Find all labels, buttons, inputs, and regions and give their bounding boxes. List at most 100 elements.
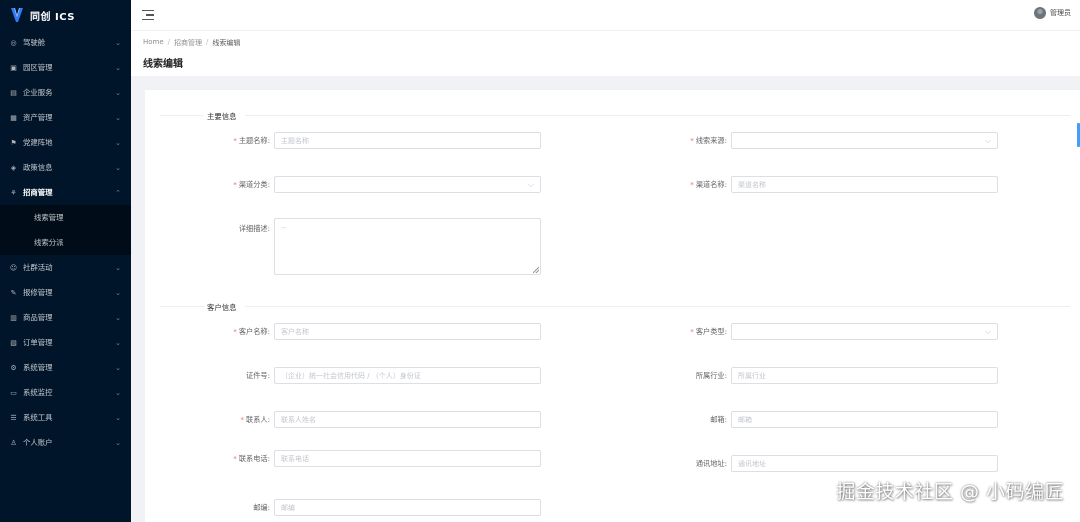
goods-icon: ▥ [10,313,17,322]
page-header: Home / 招商管理 / 线索编辑 线索编辑 [131,30,1080,76]
topic-name-input[interactable]: 主题名称 [274,132,541,149]
channel-type-select[interactable]: ⌵ [274,176,541,193]
chevron-down-icon: ⌄ [115,288,121,297]
breadcrumb-separator: / [167,38,171,46]
chevron-down-icon: ⌄ [115,38,121,47]
sidebar-item-label: 招商管理 [23,188,53,197]
sidebar: 同创 ICS ◎ 驾驶舱 ⌄ ▣ 园区管理 ⌄ ▤ 企业服务 ⌄ ▦ 资产管理 ⌄ ⚑ 党建阵地 ⌄ ◈ 政策信… [0,0,131,522]
sidebar-item-label: 个人账户 [23,438,53,447]
sidebar-item[interactable]: ▭ 系统监控 ⌄ [0,380,131,405]
customer-type-select[interactable]: ⌵ [731,323,998,340]
sidebar-item[interactable]: ⚙ 系统管理 ⌄ [0,355,131,380]
monitor-icon: ▭ [10,388,17,397]
party-icon: ⚑ [10,138,17,147]
page-title: 线索编辑 [143,59,183,70]
customer-type-label: * 客户类型: [690,327,727,336]
chevron-down-icon: ⌵ [984,327,991,336]
watermark: 掘金技术社区 @ 小码编匠 [836,481,1064,503]
chevron-up-icon: ⌃ [115,188,121,197]
chevron-down-icon: ⌄ [115,388,121,397]
user-name: 管理员 [1050,9,1071,17]
system-icon: ⚙ [10,363,17,372]
customer-name-input[interactable]: 客户名称 [274,323,541,340]
form-card: 主要信息 * 主题名称: 主题名称 * 线索来源: ⌵ * 渠道分类: ⌵ * 渠道名称… [145,90,1080,522]
tools-icon: ☰ [10,413,17,422]
sidebar-item-label: 政策信息 [23,163,53,172]
section-title-customer: 客户信息 [207,303,237,312]
email-input[interactable]: 邮箱 [731,411,998,428]
channel-type-label: * 渠道分类: [233,180,270,189]
chevron-down-icon: ⌄ [115,363,121,372]
sidebar-item[interactable]: ✎ 报修管理 ⌄ [0,280,131,305]
sidebar-item[interactable]: ☺ 社群活动 ⌄ [0,255,131,280]
sidebar-menu: ◎ 驾驶舱 ⌄ ▣ 园区管理 ⌄ ▤ 企业服务 ⌄ ▦ 资产管理 ⌄ ⚑ 党建阵地 ⌄ ◈ 政策信息 ⌄ ⚘ 招商管理… [0,30,131,455]
app-logo[interactable]: 同创 ICS [0,0,131,30]
sidebar-item-label: 园区管理 [23,63,53,72]
chevron-down-icon: ⌄ [115,63,121,72]
chevron-down-icon: ⌄ [115,313,121,322]
resize-handle-icon[interactable] [533,267,539,273]
sidebar-item[interactable]: ◈ 政策信息 ⌄ [0,155,131,180]
postcode-input[interactable]: 邮编 [274,499,541,516]
section-title-main: 主要信息 [207,112,237,121]
sidebar-item-label: 驾驶舱 [23,38,46,47]
chevron-down-icon: ⌄ [115,338,121,347]
sidebar-item-label: 订单管理 [23,338,53,347]
sidebar-item[interactable]: ⚘ 招商管理 ⌃ [0,180,131,205]
divider [160,115,204,116]
industry-label: 所属行业: [695,371,727,380]
chevron-down-icon: ⌄ [115,113,121,122]
sidebar-item[interactable]: ⚑ 党建阵地 ⌄ [0,130,131,155]
chevron-down-icon: ⌵ [984,136,991,145]
sidebar-item[interactable]: ▣ 园区管理 ⌄ [0,55,131,80]
sidebar-item-label: 报修管理 [23,288,53,297]
user-icon: ♙ [10,438,17,447]
detail-textarea[interactable]: -- [274,218,541,275]
channel-name-input[interactable]: 渠道名称 [731,176,998,193]
sidebar-item[interactable]: ▤ 企业服务 ⌄ [0,80,131,105]
lead-source-select[interactable]: ⌵ [731,132,998,149]
detail-placeholder: -- [281,224,287,232]
address-input[interactable]: 通讯地址 [731,455,998,472]
sidebar-item[interactable]: ♙ 个人账户 ⌄ [0,430,131,455]
breadcrumb-parent[interactable]: 招商管理 [174,38,202,48]
chevron-down-icon: ⌄ [115,413,121,422]
sidebar-item[interactable]: ▥ 商品管理 ⌄ [0,305,131,330]
menu-collapse-icon[interactable] [142,10,154,20]
sidebar-subitem[interactable]: 线索管理 [0,205,131,230]
park-icon: ▣ [10,63,17,72]
sidebar-subitem[interactable]: 线索分派 [0,230,131,255]
sidebar-item[interactable]: ◎ 驾驶舱 ⌄ [0,30,131,55]
contact-input[interactable]: 联系人姓名 [274,411,541,428]
chevron-down-icon: ⌵ [527,180,534,189]
divider [245,306,1070,307]
top-header: 管理员 [131,0,1080,30]
divider [245,115,1070,116]
breadcrumb-home[interactable]: Home [143,38,164,48]
phone-input[interactable]: 联系电话 [274,450,541,467]
sidebar-item[interactable]: ☰ 系统工具 ⌄ [0,405,131,430]
breadcrumb-current: 线索编辑 [212,39,241,47]
sidebar-item-label: 资产管理 [23,113,53,122]
industry-input[interactable]: 所属行业 [731,367,998,384]
certificate-input[interactable]: （企业）统一社会信用代码 / （个人）身份证 [274,367,541,384]
enterprise-icon: ▤ [10,88,17,97]
contact-label: * 联系人: [240,415,270,424]
policy-icon: ◈ [10,163,17,172]
sidebar-submenu: 线索管理 线索分派 [0,205,131,255]
sidebar-item[interactable]: ▦ 资产管理 ⌄ [0,105,131,130]
investment-icon: ⚘ [10,188,17,197]
address-label: 通讯地址: [695,459,727,468]
channel-name-label: * 渠道名称: [690,180,727,189]
avatar[interactable] [1034,7,1046,19]
order-icon: ▧ [10,338,17,347]
divider [160,306,204,307]
user-menu[interactable]: 管理员 [1034,7,1071,19]
chevron-down-icon: ⌄ [115,438,121,447]
certificate-label: 证件号: [246,371,270,380]
app-name: 同创 ICS [30,11,75,23]
sidebar-item-label: 系统监控 [23,388,53,397]
sidebar-item-label: 社群活动 [23,263,53,272]
sidebar-item-label: 企业服务 [23,88,53,97]
sidebar-item[interactable]: ▧ 订单管理 ⌄ [0,330,131,355]
